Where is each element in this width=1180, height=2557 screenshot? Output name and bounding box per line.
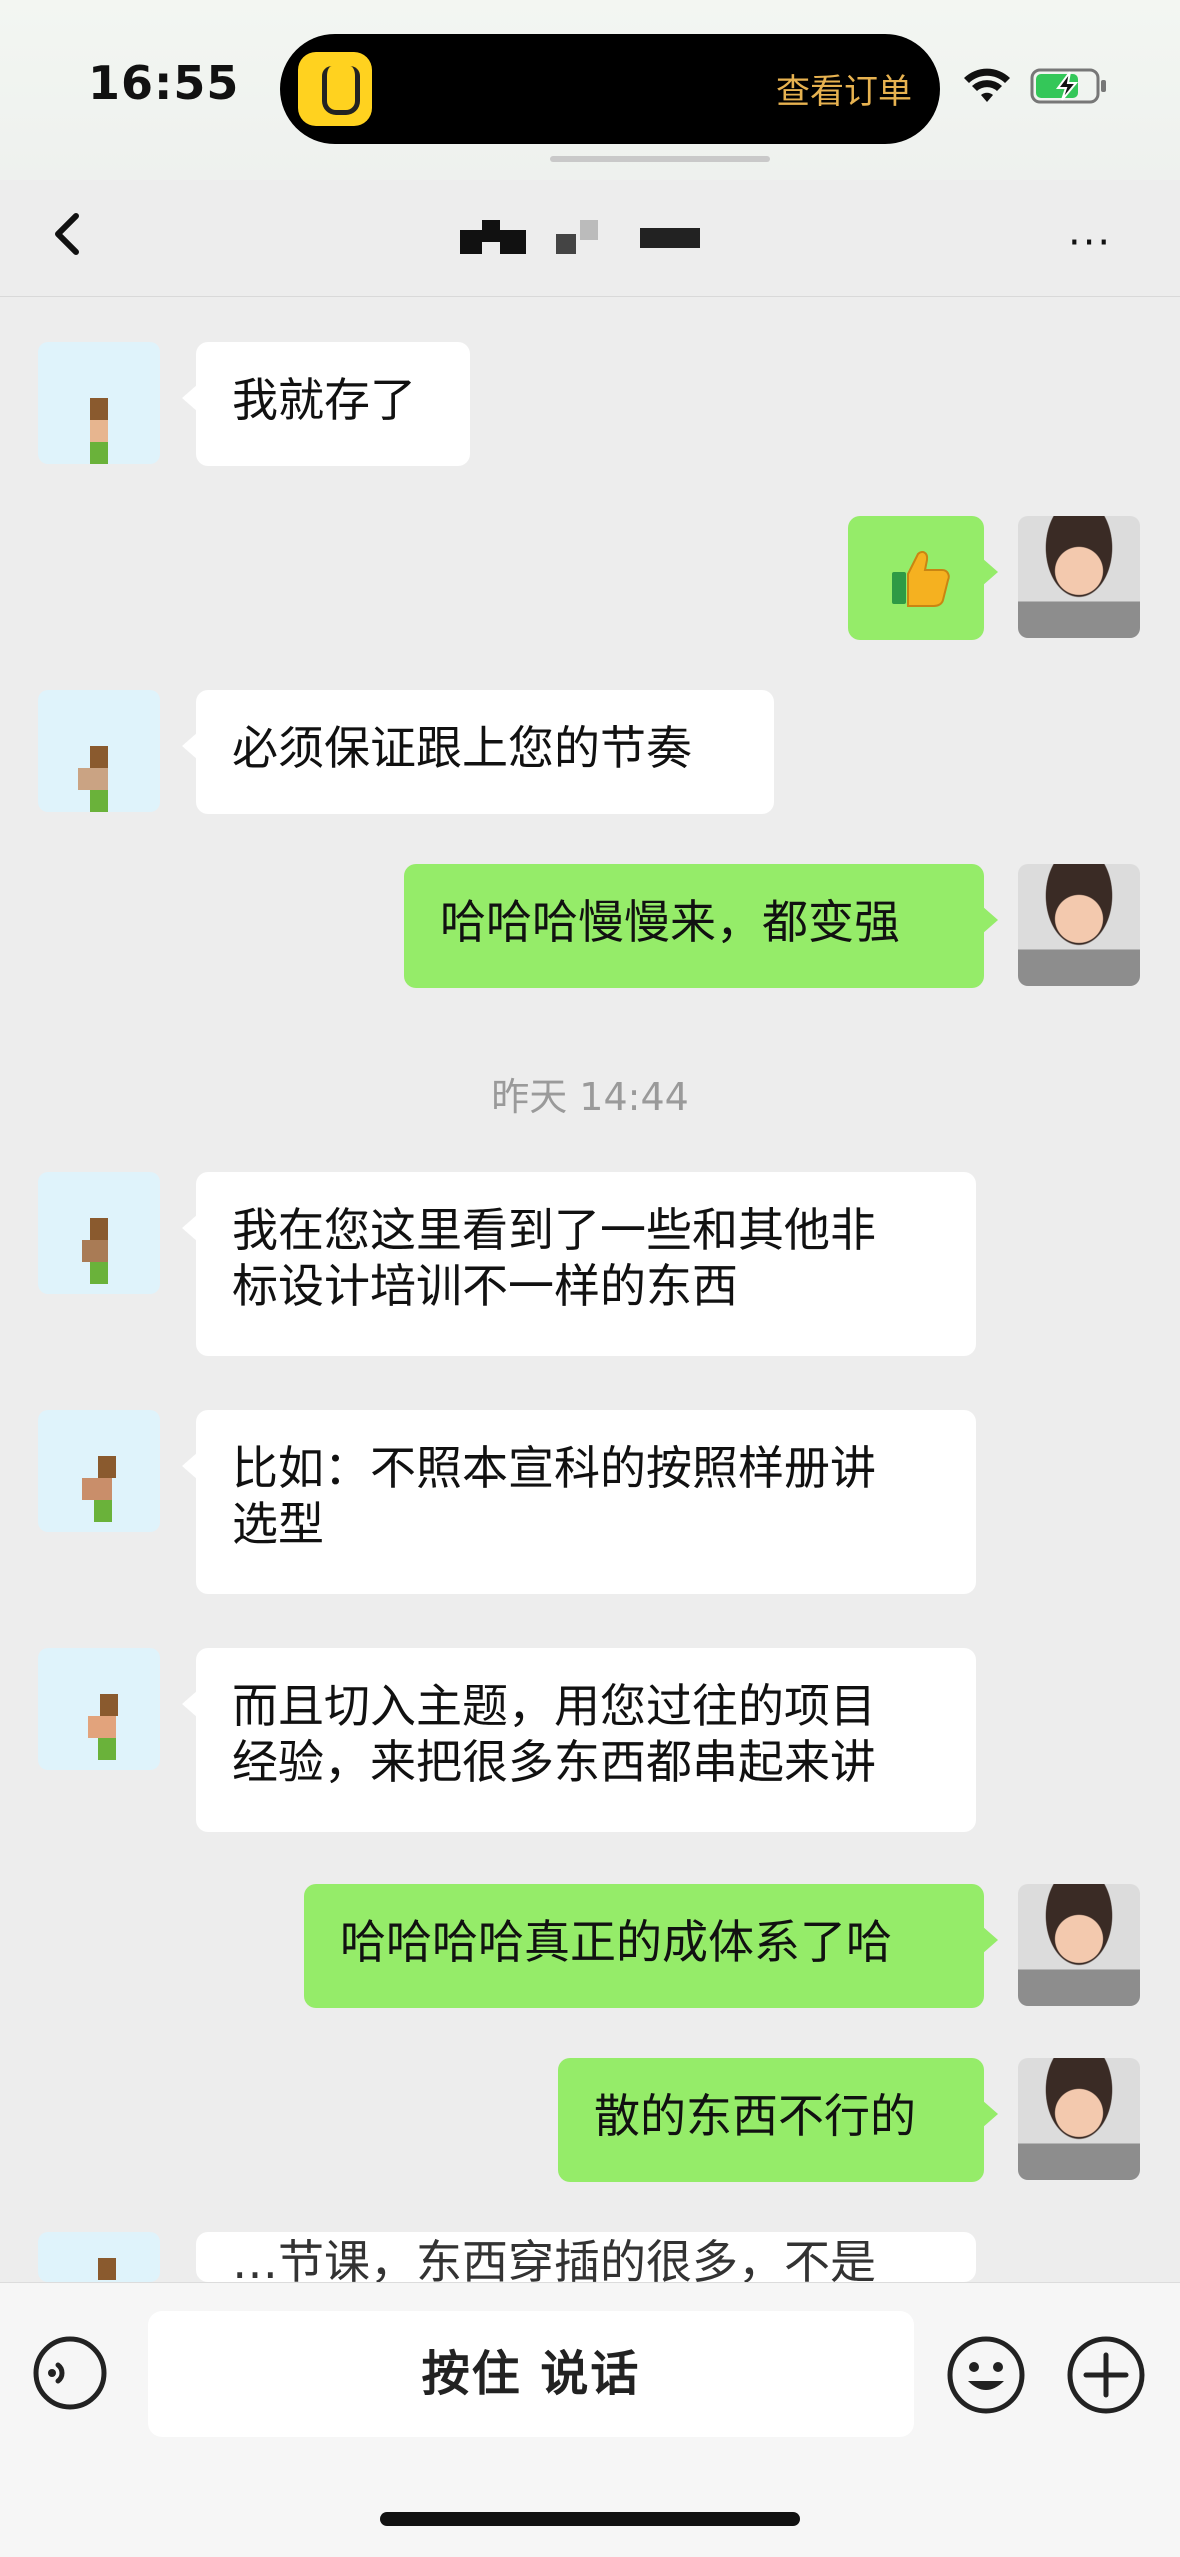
timestamp: 昨天 14:44 bbox=[491, 1075, 689, 1119]
view-order-label[interactable]: 查看订单 bbox=[776, 64, 912, 113]
message-bubble[interactable]: 哈哈哈哈真正的成体系了哈 bbox=[304, 1884, 998, 2008]
contact-avatar[interactable] bbox=[38, 690, 160, 812]
pixelated-title bbox=[460, 216, 710, 260]
message-bubble-partial[interactable]: …节课，东西穿插的很多，不是 bbox=[196, 2232, 976, 2282]
header-divider bbox=[550, 156, 770, 162]
self-avatar[interactable] bbox=[1018, 1884, 1140, 2006]
contact-avatar[interactable] bbox=[38, 1410, 160, 1532]
emoji-icon[interactable] bbox=[946, 2335, 1026, 2415]
thumbs-up-emoji bbox=[892, 551, 950, 607]
contact-avatar[interactable] bbox=[38, 2232, 160, 2282]
back-arrow-icon[interactable] bbox=[44, 206, 94, 262]
message-bubble-emoji[interactable] bbox=[848, 516, 998, 640]
yellow-app-icon bbox=[298, 52, 372, 126]
status-bar: 16:55 查看订单 bbox=[0, 0, 1180, 180]
home-indicator[interactable] bbox=[380, 2512, 800, 2526]
status-time: 16:55 bbox=[88, 56, 240, 110]
self-avatar[interactable] bbox=[1018, 2058, 1140, 2180]
message-bubble[interactable]: 比如：不照本宣科的按照样册讲 选型 bbox=[182, 1410, 976, 1594]
message-bubble[interactable]: 而且切入主题，用您过往的项目 经验，来把很多东西都串起来讲 bbox=[182, 1648, 976, 1832]
message-bubble[interactable]: 必须保证跟上您的节奏 bbox=[182, 690, 774, 814]
message-bubble[interactable]: 我就存了 bbox=[182, 342, 470, 466]
wifi-icon bbox=[964, 68, 1010, 102]
more-icon[interactable]: ··· bbox=[1068, 220, 1112, 266]
contact-avatar[interactable] bbox=[38, 342, 160, 464]
contact-avatar[interactable] bbox=[38, 1172, 160, 1294]
self-avatar[interactable] bbox=[1018, 516, 1140, 638]
contact-avatar[interactable] bbox=[38, 1648, 160, 1770]
self-avatar[interactable] bbox=[1018, 864, 1140, 986]
dynamic-island[interactable]: 查看订单 bbox=[280, 34, 940, 144]
nav-bar: ··· bbox=[0, 180, 1180, 297]
message-bubble[interactable]: 散的东西不行的 bbox=[558, 2058, 998, 2182]
message-bubble[interactable]: 哈哈哈慢慢来，都变强 bbox=[404, 864, 998, 988]
voice-input-icon[interactable] bbox=[32, 2335, 108, 2411]
battery-charging-icon bbox=[1030, 68, 1106, 104]
hold-to-talk-button[interactable]: 按住 说话 bbox=[148, 2311, 914, 2437]
plus-icon[interactable] bbox=[1066, 2335, 1146, 2415]
message-bubble[interactable]: 我在您这里看到了一些和其他非 标设计培训不一样的东西 bbox=[182, 1172, 976, 1356]
